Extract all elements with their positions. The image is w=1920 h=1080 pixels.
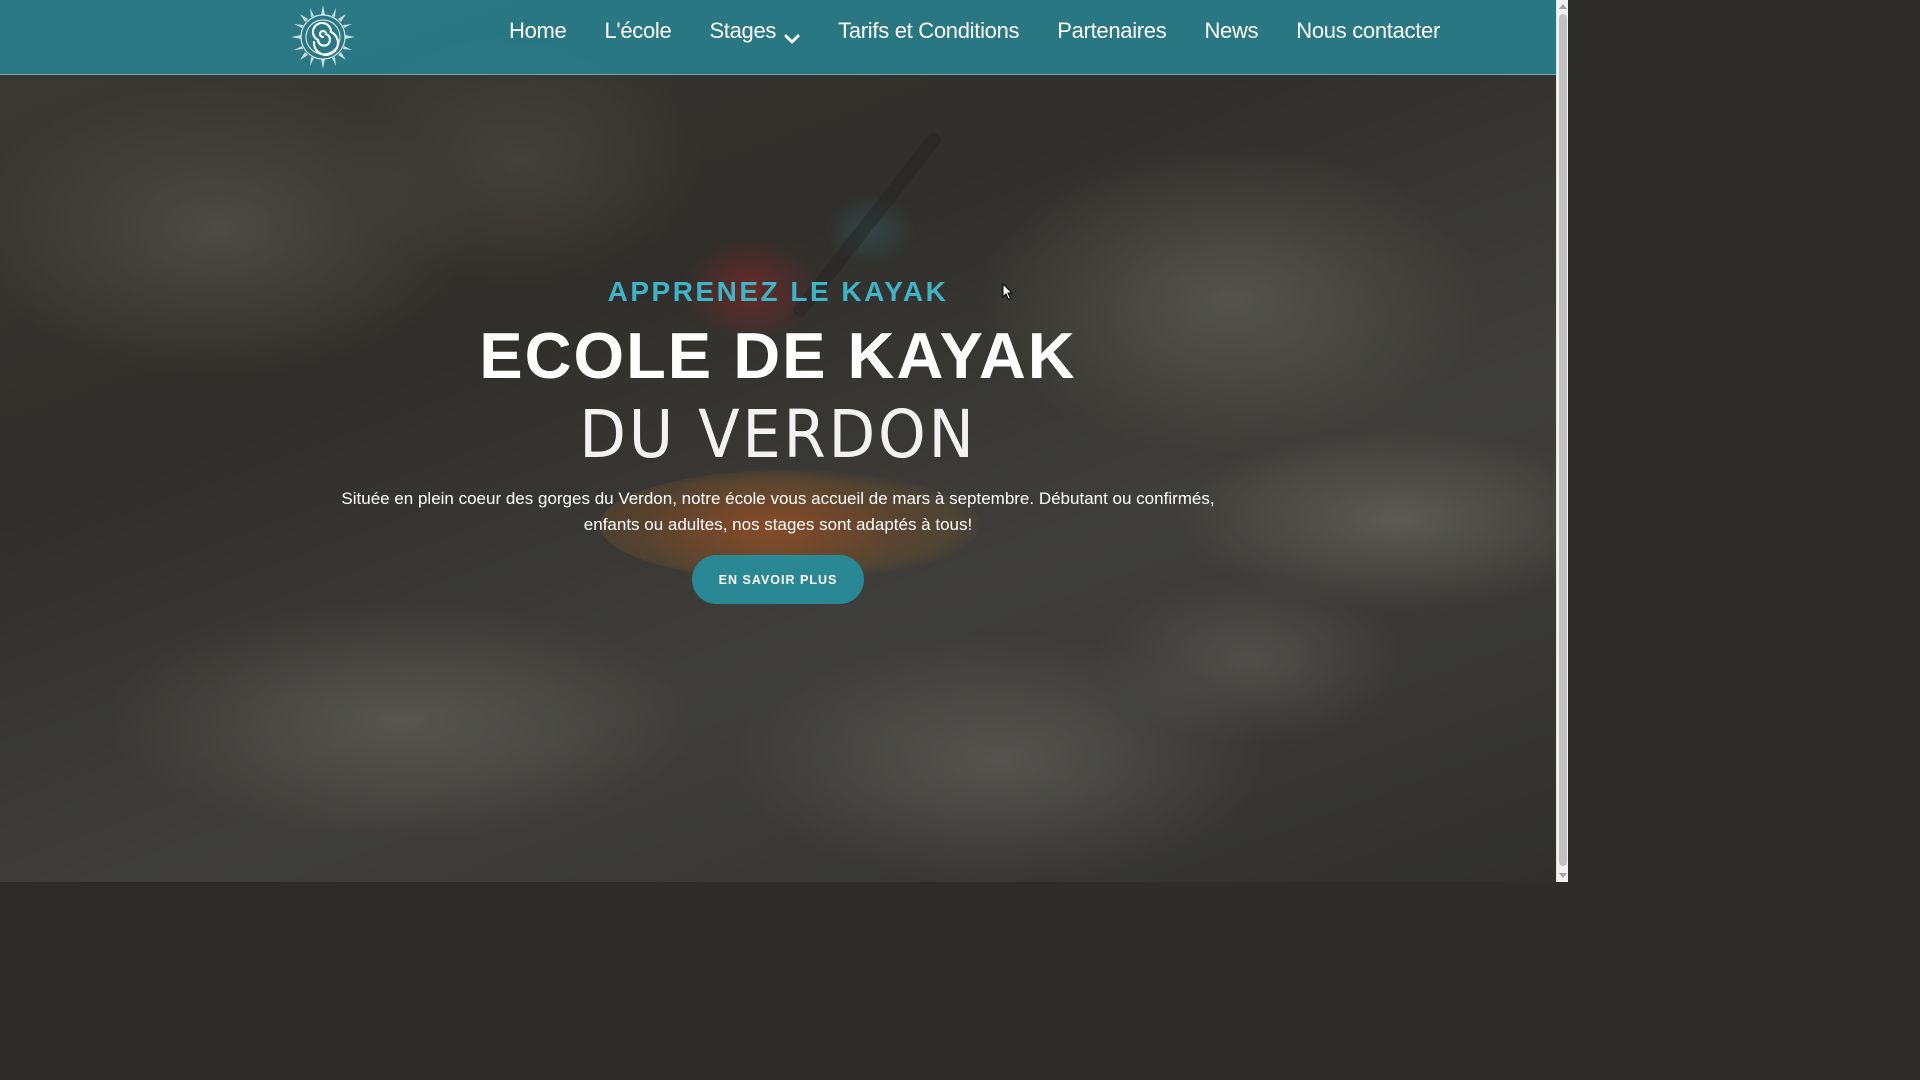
hero-description: Située en plein coeur des gorges du Verd… [341, 489, 1215, 534]
scroll-down-icon[interactable] [1559, 873, 1567, 878]
hero-title: ECOLE DE KAYAK [479, 319, 1077, 392]
hero-subtitle: DU VERDON [579, 396, 977, 473]
mouse-cursor-icon [1002, 282, 1014, 301]
hero-section: APPRENEZ LE KAYAK ECOLE DE KAYAK DU VERD… [0, 0, 1556, 882]
page-scrollbar[interactable] [1556, 0, 1568, 882]
hero-kicker: APPRENEZ LE KAYAK [607, 276, 949, 307]
scroll-up-icon[interactable] [1559, 4, 1567, 9]
scrollbar-thumb[interactable] [1559, 14, 1567, 866]
learn-more-button[interactable]: EN SAVOIR PLUS [692, 555, 864, 604]
